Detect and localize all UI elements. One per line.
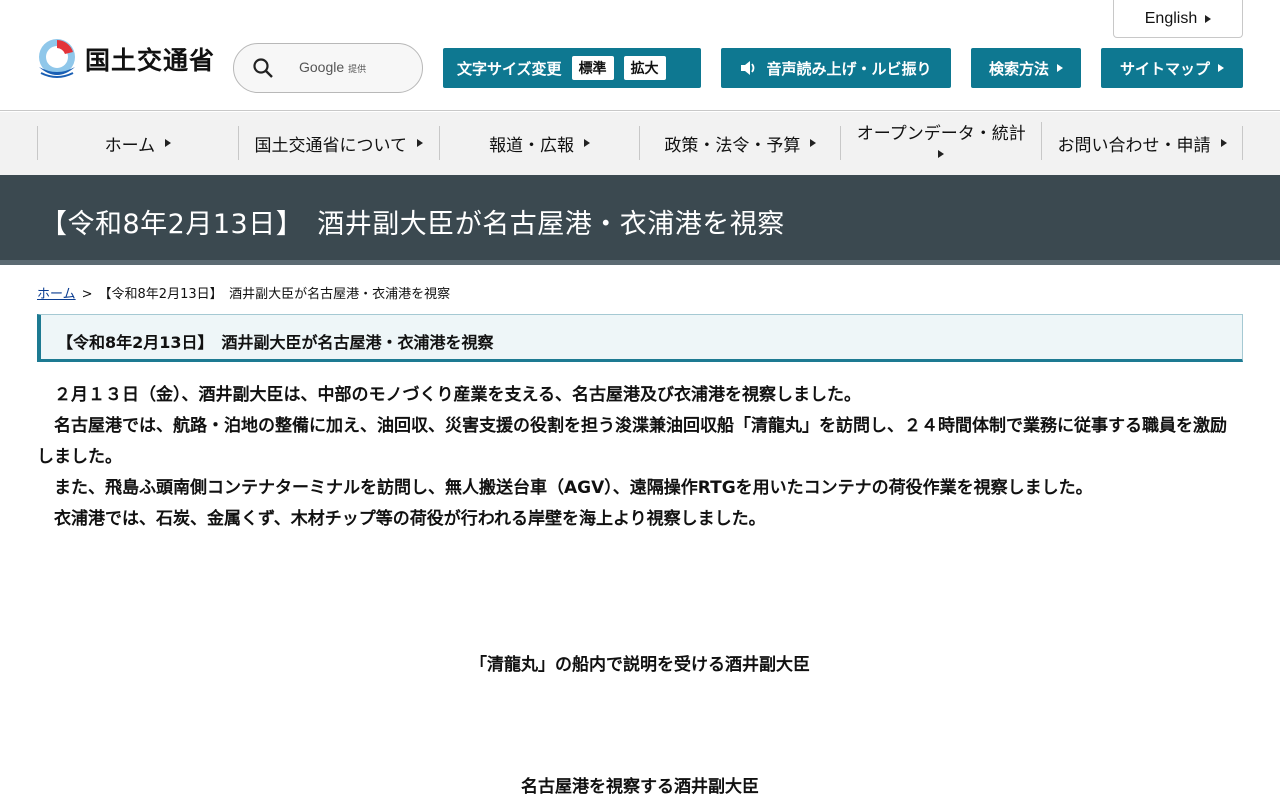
- global-nav: ホーム 国土交通省について 報道・広報 政策・法令・予算 オープンデータ・統計 …: [0, 112, 1280, 175]
- article-body: ２月１３日（金）、酒井副大臣は、中部のモノづくり産業を支える、名古屋港及び衣浦港…: [37, 380, 1243, 535]
- nav-item-policy[interactable]: 政策・法令・予算: [640, 126, 842, 160]
- arrow-right-icon: [1220, 139, 1227, 147]
- article-paragraph: ２月１３日（金）、酒井副大臣は、中部のモノづくり産業を支える、名古屋港及び衣浦港…: [37, 385, 861, 405]
- search-box[interactable]: Google 提供: [233, 43, 423, 93]
- mlit-logo[interactable]: 国土交通省: [37, 36, 215, 84]
- sitemap-button[interactable]: サイトマップ: [1101, 48, 1243, 88]
- arrow-right-icon: [1205, 14, 1212, 23]
- font-size-large-button[interactable]: 拡大: [623, 56, 666, 80]
- photo-caption: 「清龍丸」の船内で説明を受ける酒井副大臣: [470, 655, 810, 675]
- arrow-right-icon: [165, 139, 172, 147]
- arrow-right-icon: [1057, 64, 1063, 72]
- arrow-right-icon: [938, 149, 945, 158]
- breadcrumb-home-link[interactable]: ホーム: [37, 287, 76, 302]
- logo-text: 国土交通省: [85, 45, 216, 75]
- arrow-right-icon: [584, 139, 591, 147]
- logo-emblem-icon: [39, 39, 75, 78]
- article-paragraph: 名古屋港では、航路・泊地の整備に加え、油回収、災害支援の役割を担う浚渫兼油回収船…: [37, 416, 1227, 467]
- arrow-right-icon: [810, 139, 817, 147]
- speaker-icon: [741, 61, 755, 75]
- arrow-right-icon: [416, 139, 423, 147]
- page-banner: 【令和8年2月13日】 酒井副大臣が名古屋港・衣浦港を視察: [0, 175, 1280, 265]
- nav-item-home[interactable]: ホーム: [38, 126, 239, 160]
- article-paragraph: また、飛島ふ頭南側コンテナターミナルを訪問し、無人搬送台車（AGV）、遠隔操作R…: [37, 478, 1093, 498]
- site-header: 国土交通省 Google 提供 English 文字サイズ変更 標準 拡大 音声読…: [0, 0, 1280, 111]
- article-paragraph: 衣浦港では、石炭、金属くず、木材チップ等の荷役が行われる岸壁を海上より視察しまし…: [37, 509, 766, 529]
- arrow-right-icon: [1218, 64, 1224, 72]
- page-title: 【令和8年2月13日】 酒井副大臣が名古屋港・衣浦港を視察: [40, 209, 785, 240]
- search-placeholder: Google 提供: [299, 59, 367, 75]
- article-heading-box: 【令和8年2月13日】 酒井副大臣が名古屋港・衣浦港を視察: [37, 314, 1243, 362]
- search-icon[interactable]: [252, 57, 274, 79]
- font-size-label: 文字サイズ変更: [457, 59, 562, 78]
- english-link[interactable]: English: [1113, 0, 1243, 38]
- photo-caption: 名古屋港を視察する酒井副大臣: [521, 777, 759, 797]
- nav-item-opendata[interactable]: オープンデータ・統計: [841, 122, 1043, 160]
- article-heading: 【令和8年2月13日】 酒井副大臣が名古屋港・衣浦港を視察: [57, 333, 494, 352]
- font-size-standard-button[interactable]: 標準: [571, 56, 614, 80]
- search-method-button[interactable]: 検索方法: [971, 48, 1081, 88]
- font-size-control: 文字サイズ変更 標準 拡大: [443, 48, 701, 88]
- breadcrumb: ホーム > 【令和8年2月13日】 酒井副大臣が名古屋港・衣浦港を視察: [37, 287, 451, 302]
- nav-item-press[interactable]: 報道・広報: [440, 126, 641, 160]
- audio-ruby-button[interactable]: 音声読み上げ・ルビ振り: [721, 48, 951, 88]
- breadcrumb-current: 【令和8年2月13日】 酒井副大臣が名古屋港・衣浦港を視察: [98, 287, 451, 302]
- nav-item-about[interactable]: 国土交通省について: [239, 126, 440, 160]
- nav-item-contact[interactable]: お問い合わせ・申請: [1042, 126, 1243, 160]
